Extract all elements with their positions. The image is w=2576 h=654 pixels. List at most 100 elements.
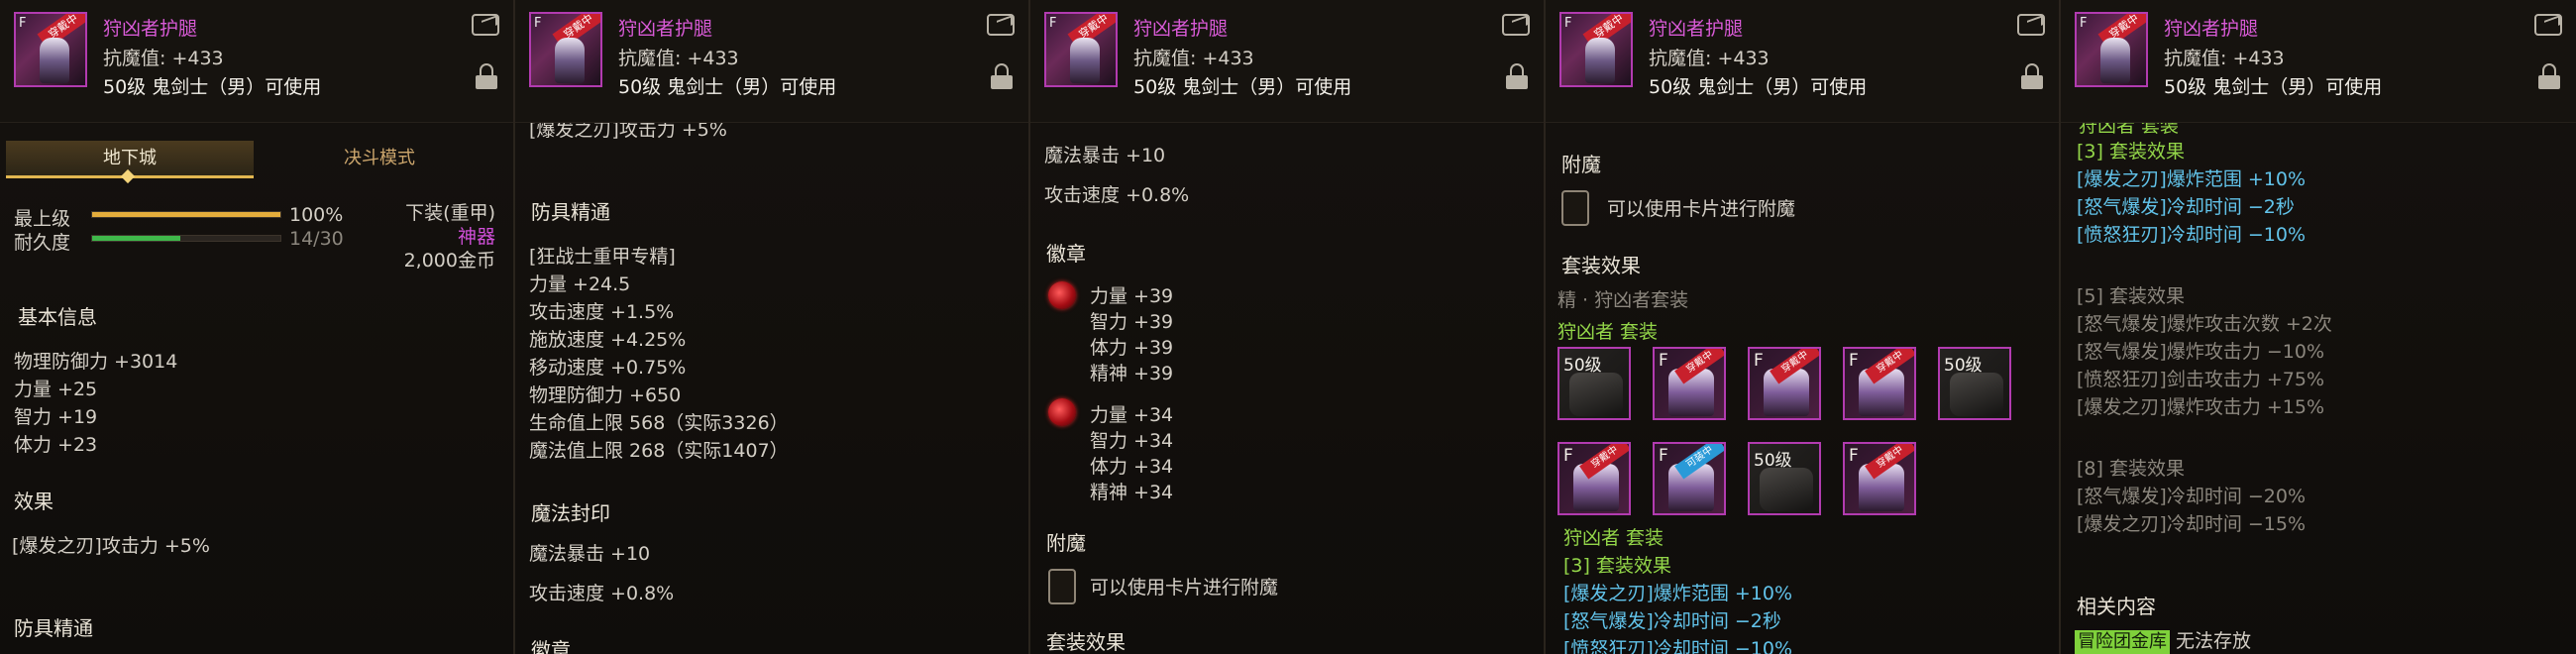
item-stat: 抗魔值: +433 <box>2164 48 2285 69</box>
share-icon[interactable] <box>2017 14 2045 36</box>
item-figure-icon <box>2100 38 2130 83</box>
section-enchant: 附魔 <box>1561 153 1601 176</box>
red-emblem-icon <box>1048 398 1076 426</box>
tab-pvp[interactable]: 决斗模式 <box>256 141 503 178</box>
grade-letter: F <box>534 16 542 31</box>
item-figure-icon <box>555 38 585 83</box>
item-grade: 神器 <box>457 226 495 248</box>
share-icon[interactable] <box>2534 14 2562 36</box>
slot-label: F <box>1754 351 1764 371</box>
emblem-line: 智力 +39 <box>1090 311 1174 333</box>
mode-tabs: 地下城 决斗模式 <box>6 141 503 178</box>
armor-line: 物理防御力 +650 <box>529 384 682 406</box>
related-text: 无法存放 <box>2176 630 2252 652</box>
set-item-slot[interactable]: 50级 <box>1557 347 1631 420</box>
item-stat: 抗魔值: +433 <box>1133 48 1254 69</box>
armor-line: 魔法值上限 268（实际1407） <box>529 440 789 462</box>
tab-dungeon[interactable]: 地下城 <box>6 141 254 178</box>
tooltip-panel-5: F 穿戴中 狩凶者护腿 抗魔值: +433 50级 鬼剑士（男）可使用 狩凶者 套… <box>2061 0 2576 654</box>
item-name: 狩凶者护腿 <box>103 18 198 40</box>
item-header: F 穿戴中 狩凶者护腿 抗魔值: +433 50级 鬼剑士（男）可使用 <box>1030 0 1544 123</box>
section-armor-mastery: 防具精通 <box>14 616 93 640</box>
armor-line: 攻击速度 +1.5% <box>529 301 675 323</box>
set-tier-title: [3] 套装效果 <box>1563 555 1671 577</box>
set-item-slot[interactable]: F 穿戴中 <box>1843 347 1916 420</box>
set-bonus-line: [愤怒狂刃]冷却时间 −10% <box>2077 224 2307 246</box>
section-armor-mastery: 防具精通 <box>531 200 610 224</box>
seal-line: 攻击速度 +0.8% <box>1044 184 1190 206</box>
emblem-line: 精神 +34 <box>1090 482 1174 503</box>
lock-icon[interactable] <box>991 63 1013 89</box>
set-bonus-line: [怒气爆发]冷却时间 −20% <box>2077 486 2307 507</box>
set-bonus-line: [愤怒狂刃]冷却时间 −10% <box>1563 638 1793 654</box>
set-item-slot[interactable]: F 穿戴中 <box>1557 442 1631 515</box>
lock-icon[interactable] <box>2538 63 2560 89</box>
armor-line: 力量 +24.5 <box>529 273 631 295</box>
set-item-slot[interactable]: F 可装中 <box>1653 442 1726 515</box>
slot-label: F <box>1849 351 1859 371</box>
tooltip-panel-1: F 穿戴中 狩凶者护腿 抗魔值: +433 50级 鬼剑士（男）可使用 地下城 决… <box>0 0 515 654</box>
seal-line: 魔法暴击 +10 <box>1044 145 1166 166</box>
emblem-line: 精神 +39 <box>1090 363 1174 384</box>
item-requirement: 50级 鬼剑士（男）可使用 <box>103 76 322 98</box>
set-bonus-line: [怒气爆发]冷却时间 −2秒 <box>1563 610 1781 632</box>
basic-stat: 智力 +19 <box>14 406 98 428</box>
share-icon[interactable] <box>472 14 499 36</box>
basic-stat: 力量 +25 <box>14 379 98 400</box>
item-header: F 穿戴中 狩凶者护腿 抗魔值: +433 50级 鬼剑士（男）可使用 <box>2061 0 2576 123</box>
seal-line: 攻击速度 +0.8% <box>529 583 675 604</box>
item-stat: 抗魔值: +433 <box>1649 48 1770 69</box>
section-basic-info: 基本信息 <box>18 305 97 329</box>
item-thumbnail[interactable]: F 穿戴中 <box>1559 12 1633 87</box>
item-figure-icon <box>40 38 69 83</box>
item-header: F 穿戴中 狩凶者护腿 抗魔值: +433 50级 鬼剑士（男）可使用 <box>515 0 1028 123</box>
durability-value: 14/30 <box>289 228 344 250</box>
tooltip-panel-4: F 穿戴中 狩凶者护腿 抗魔值: +433 50级 鬼剑士（男）可使用 附魔 可以… <box>1546 0 2061 654</box>
item-thumbnail[interactable]: F 穿戴中 <box>529 12 602 87</box>
enchant-card-slot[interactable] <box>1561 190 1589 226</box>
lock-icon[interactable] <box>2021 63 2043 89</box>
durability-label: 耐久度 <box>14 232 71 254</box>
set-item-slot[interactable]: 50级 <box>1748 442 1821 515</box>
item-thumbnail[interactable]: F 穿戴中 <box>14 12 87 87</box>
item-name: 狩凶者护腿 <box>618 18 713 40</box>
armor-line: 施放速度 +4.25% <box>529 329 687 351</box>
item-stat: 抗魔值: +433 <box>103 48 224 69</box>
section-set-effect: 套装效果 <box>1046 630 1126 654</box>
emblem-line: 体力 +34 <box>1090 456 1174 478</box>
dark-gear-icon <box>1760 468 1813 511</box>
item-figure-icon <box>1585 38 1615 83</box>
guild-vault-tag: 冒险团金库 <box>2075 630 2170 654</box>
set-item-slot[interactable]: F 穿戴中 <box>1748 347 1821 420</box>
set-tier-title: [8] 套装效果 <box>2077 458 2185 480</box>
section-emblem: 徽章 <box>1046 242 1086 266</box>
set-item-slot[interactable]: F 穿戴中 <box>1653 347 1726 420</box>
tooltip-body: 魔法暴击 +10 攻击速度 +0.8% 徽章 力量 +39 智力 +39 体力 … <box>1030 123 1544 654</box>
item-thumbnail[interactable]: F 穿戴中 <box>2075 12 2148 87</box>
tooltip-body: 地下城 决斗模式 最上级 100% 耐久度 14/30 下装(重甲) 神器 2,… <box>0 123 513 654</box>
set-item-slot[interactable]: F 穿戴中 <box>1843 442 1916 515</box>
slot-label: F <box>1563 446 1573 466</box>
set-item-slot[interactable]: 50级 <box>1938 347 2011 420</box>
set-bonus-line: [怒气爆发]爆炸攻击力 −10% <box>2077 341 2325 363</box>
armor-line: 移动速度 +0.75% <box>529 357 687 379</box>
item-thumbnail[interactable]: F 穿戴中 <box>1044 12 1118 87</box>
dark-gear-icon <box>1950 373 2003 416</box>
set-bonus-line: [爆发之刃]冷却时间 −15% <box>2077 513 2307 535</box>
share-icon[interactable] <box>987 14 1015 36</box>
set-bonus-line: [爆发之刃]爆炸范围 +10% <box>1563 583 1793 604</box>
related-row: 冒险团金库 无法存放 <box>2075 626 2251 654</box>
item-requirement: 50级 鬼剑士（男）可使用 <box>2164 76 2383 98</box>
lock-icon[interactable] <box>476 63 497 89</box>
share-icon[interactable] <box>1502 14 1530 36</box>
item-price: 2,000金币 <box>403 250 495 272</box>
section-related: 相关内容 <box>2077 595 2156 618</box>
max-grade-fill <box>92 212 280 217</box>
seal-line: 魔法暴击 +10 <box>529 543 651 565</box>
enchant-card-slot[interactable] <box>1048 569 1076 604</box>
item-name: 狩凶者护腿 <box>1649 18 1744 40</box>
item-stat: 抗魔值: +433 <box>618 48 739 69</box>
grade-letter: F <box>2080 16 2088 31</box>
lock-icon[interactable] <box>1506 63 1528 89</box>
set-bonus-line: [爆发之刃]爆炸范围 +10% <box>2077 168 2307 190</box>
